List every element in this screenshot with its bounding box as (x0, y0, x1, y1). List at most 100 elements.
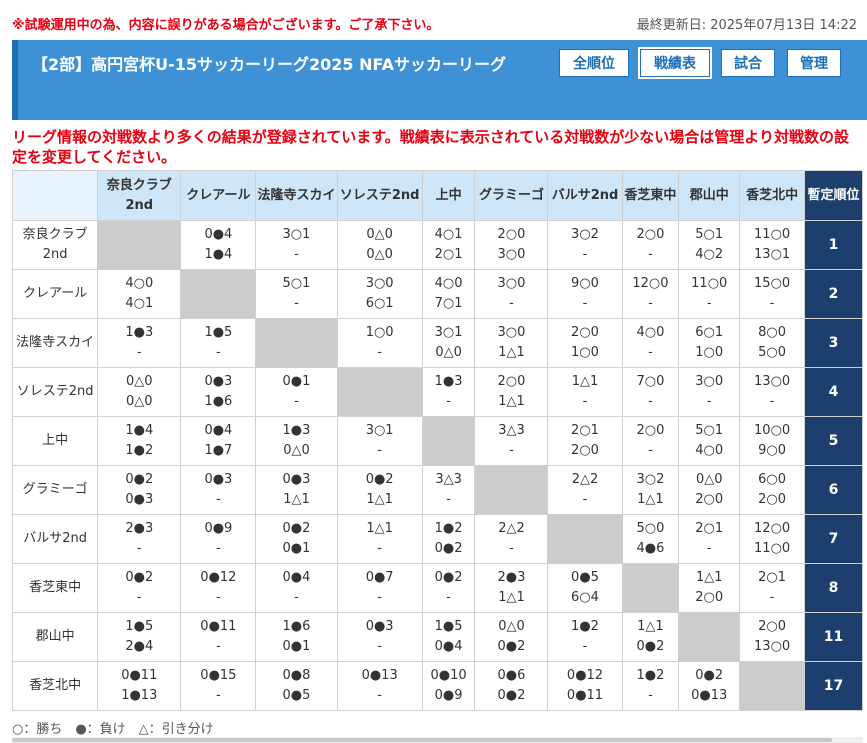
result-cell: 0●3 - (180, 465, 257, 515)
result-cell: 0●4 1●7 (180, 416, 257, 466)
match-score: - (377, 443, 382, 458)
result-cell: 2○0 - (621, 416, 680, 466)
match-score: 0●3 (282, 472, 311, 487)
provisional-rank: 5 (804, 416, 863, 466)
row-team-name: 上中 (11, 416, 99, 466)
match-score: 0△0 (695, 472, 723, 487)
match-score: 1△1 (498, 345, 525, 360)
match-score: 1○0 (695, 345, 724, 360)
match-score: 2○0 (636, 227, 665, 242)
match-score: - (294, 296, 299, 311)
result-cell: 1●2 - (621, 661, 680, 711)
match-score: 3○1 (282, 227, 311, 242)
result-cell: 1●4 1●2 (97, 416, 182, 466)
result-cell: 1●3 - (421, 367, 476, 417)
result-cell: 0●3 - (336, 612, 423, 662)
match-score: 1●2 (434, 521, 463, 536)
match-score: 1●2 (571, 619, 599, 634)
result-cell: 4○0 - (621, 318, 680, 368)
all-standings-button[interactable]: 全順位 (559, 49, 629, 77)
match-score: 0●2 (125, 570, 154, 585)
result-cell: 6○0 2○0 (739, 465, 806, 515)
manage-button[interactable]: 管理 (787, 49, 841, 77)
match-score: 3○2 (636, 472, 665, 487)
match-score: 3○1 (434, 325, 463, 340)
match-score: 0●13 (361, 668, 398, 683)
results-table: 奈良クラブ2nd クレアール 法隆寺スカイ ソレステ2nd 上中 グラミーゴ バ… (11, 170, 863, 711)
match-score: 3○0 (497, 276, 526, 291)
match-score: 0●2 (636, 639, 665, 654)
match-score: 0●2 (125, 472, 154, 487)
result-cell: 1△1 2○0 (678, 563, 741, 613)
match-score: 2○0 (571, 325, 599, 340)
provisional-rank: 11 (804, 612, 863, 662)
match-score: 2○0 (695, 590, 724, 605)
match-score: 3○1 (365, 423, 394, 438)
match-score: 3△3 (498, 423, 525, 438)
row-team-name: グラミーゴ (11, 465, 99, 515)
scrollbar-thumb[interactable] (12, 738, 832, 742)
corner-cell (11, 170, 99, 221)
column-header: 上中 (421, 170, 476, 221)
result-cell: 0●2 1△1 (336, 465, 423, 515)
match-score: 0●2 (497, 639, 526, 654)
header-row: 奈良クラブ2nd クレアール 法隆寺スカイ ソレステ2nd 上中 グラミーゴ バ… (11, 170, 863, 221)
row-team-name: 奈良クラブ2nd (11, 220, 99, 270)
match-score: 1●6 (282, 619, 311, 634)
match-score: 1●4 (125, 423, 154, 438)
last-updated: 最終更新日: 2025年07月13日 14:22 (636, 18, 857, 33)
result-cell: 2○1 2○0 (547, 416, 623, 466)
match-score: 1●13 (121, 688, 158, 703)
results-table-button[interactable]: 戦績表 (638, 47, 712, 79)
results-body: 奈良クラブ2nd 0●4 1●4 3○1-0△0 0△0 4○1 2○1 2○0 3○0 3○2-… (11, 220, 863, 711)
result-cell: 11○0 - (678, 269, 741, 319)
match-score: 0●2 (497, 688, 526, 703)
result-cell: 0●4 1●4 (180, 220, 257, 270)
match-score: 0●9 (434, 688, 463, 703)
match-score: 2○0 (497, 227, 526, 242)
match-score: 2○1 (695, 521, 724, 536)
match-score: - (509, 443, 514, 458)
match-score: 1△1 (498, 394, 525, 409)
match-score: - (136, 541, 142, 556)
result-cell: 1△1 - (336, 514, 423, 564)
result-cell: 2○0 - (621, 220, 680, 270)
match-score: 10○0 (754, 423, 791, 438)
self-match-cell (547, 514, 623, 564)
match-score: - (648, 345, 653, 360)
match-score: 0△0 (126, 374, 153, 389)
match-score: 0△0 (366, 227, 393, 242)
result-cell: 12○0 - (621, 269, 680, 319)
match-score: 0●15 (200, 668, 237, 683)
match-score: 11○0 (754, 541, 791, 556)
match-score: 2○0 (571, 443, 599, 458)
result-cell: 10○0 9○0 (739, 416, 806, 466)
table-row: 奈良クラブ2nd 0●4 1●4 3○1-0△0 0△0 4○1 2○1 2○0 3○0 3○2-… (11, 220, 863, 270)
match-score: - (377, 688, 382, 703)
match-score: - (216, 639, 221, 654)
result-cell: 0●7 - (336, 563, 423, 613)
result-cell: 13○0 - (739, 367, 806, 417)
match-score: - (216, 688, 221, 703)
result-cell: 3○0 6○1 (336, 269, 423, 319)
match-score: 1△1 (366, 521, 393, 536)
match-score: 4○1 (125, 296, 154, 311)
result-cell: 5○0 4●6 (621, 514, 680, 564)
match-score: 1●5 (204, 325, 233, 340)
table-row: クレアール 4○0 4○1 5○1-3○0 6○1 4○0 7○1 3○0-9○0-12○0-… (11, 269, 863, 319)
match-score: 3△3 (435, 472, 462, 487)
match-score: 9○0 (571, 276, 599, 291)
row-team-name: 法隆寺スカイ (11, 318, 99, 368)
match-score: 1△1 (637, 619, 664, 634)
horizontal-scrollbar[interactable] (12, 737, 863, 743)
result-cell: 3○2 1△1 (621, 465, 680, 515)
match-score: 3○2 (571, 227, 599, 242)
match-score: 1●6 (204, 394, 233, 409)
match-score: - (446, 590, 451, 605)
result-cell: 2●3 - (97, 514, 182, 564)
table-row: バルサ2nd 2●3-0●9-0●2 0●1 1△1-1●2 0●2 2△2-5○0 4●6… (11, 514, 863, 564)
column-header: 法隆寺スカイ (255, 170, 338, 221)
result-cell: 1●2 0●2 (421, 514, 476, 564)
matches-button[interactable]: 試合 (721, 49, 775, 77)
match-score: 7○0 (636, 374, 665, 389)
